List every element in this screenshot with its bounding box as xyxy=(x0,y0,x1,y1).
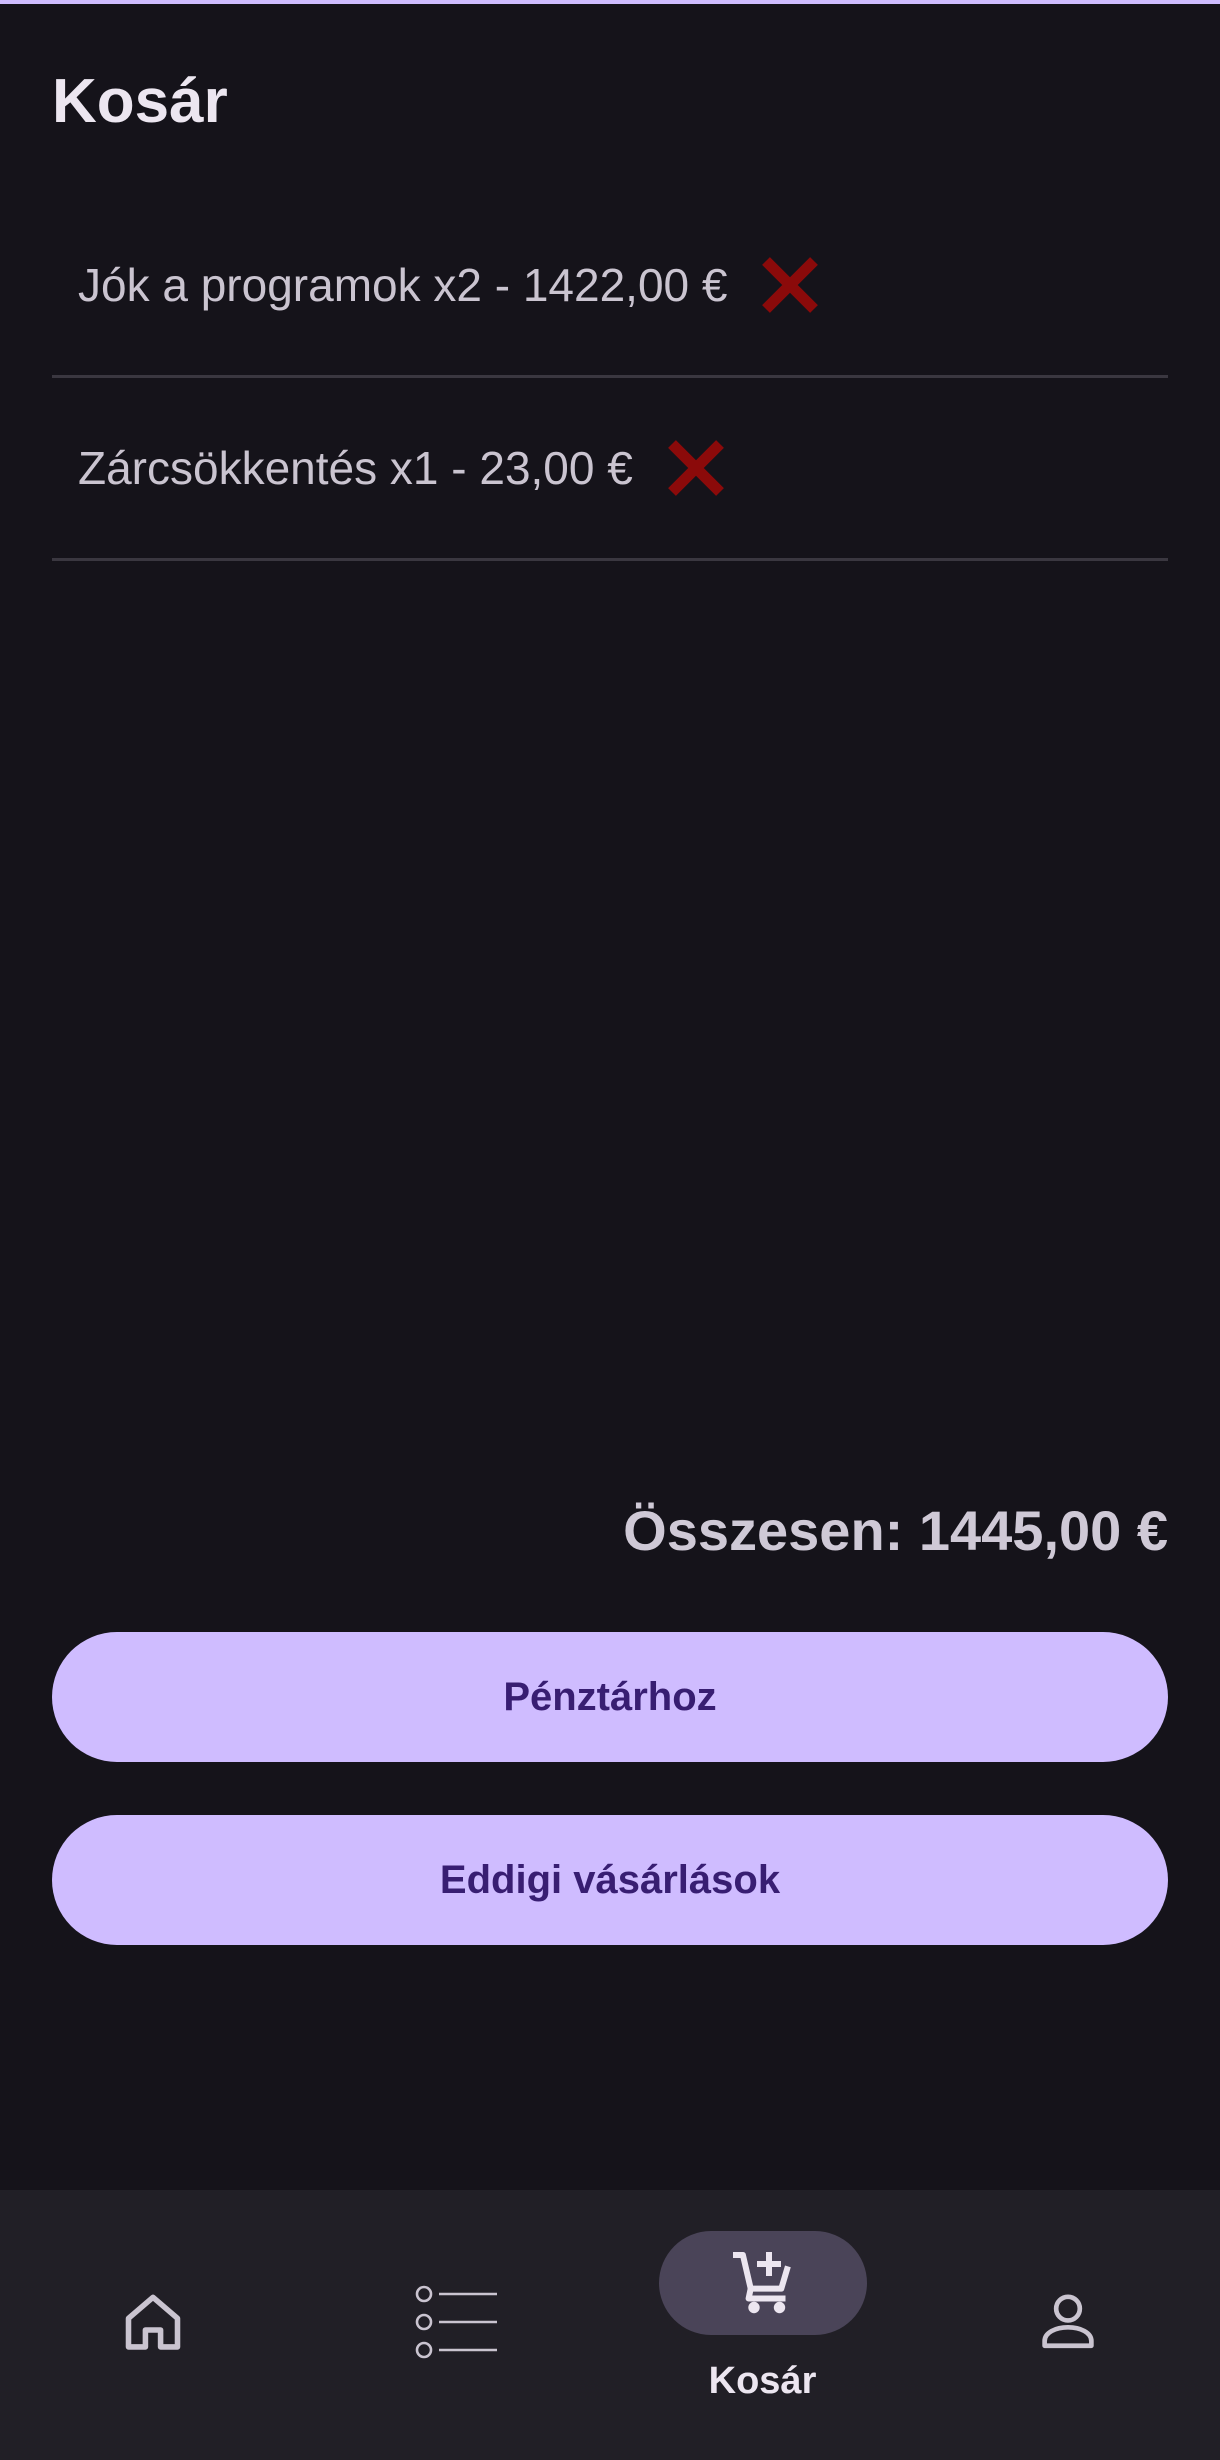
checkout-button[interactable]: Pénztárhoz xyxy=(52,1632,1168,1762)
nav-item-list[interactable] xyxy=(305,2190,610,2460)
top-accent-bar xyxy=(0,0,1220,4)
remove-item-button[interactable] xyxy=(755,250,825,320)
list-icon xyxy=(415,2285,497,2359)
nav-item-label: Kosár xyxy=(708,2360,817,2402)
nav-item-home[interactable] xyxy=(0,2190,305,2460)
cart-item-label: Zárcsökkentés x1 - 23,00 € xyxy=(78,442,633,494)
nav-item-cart[interactable]: Kosár xyxy=(610,2190,915,2460)
purchase-history-button[interactable]: Eddigi vásárlások xyxy=(52,1815,1168,1945)
cart-add-icon xyxy=(732,2252,791,2314)
page-title: Kosár xyxy=(52,67,228,136)
home-icon xyxy=(125,2294,180,2350)
cart-item: Zárcsökkentés x1 - 23,00 € xyxy=(52,378,1168,561)
cart-total: Összesen: 1445,00 € xyxy=(623,1499,1168,1562)
close-icon xyxy=(667,440,724,496)
close-icon xyxy=(762,257,819,313)
cart-item-label: Jók a programok x2 - 1422,00 € xyxy=(78,259,728,311)
cart-item: Jók a programok x2 - 1422,00 € xyxy=(52,195,1168,378)
remove-item-button[interactable] xyxy=(661,433,731,503)
person-icon xyxy=(1041,2294,1094,2349)
cart-list: Jók a programok x2 - 1422,00 € Zárcsökke… xyxy=(52,195,1168,561)
bottom-navigation: Kosár xyxy=(0,2190,1220,2460)
nav-item-profile[interactable] xyxy=(915,2190,1220,2460)
